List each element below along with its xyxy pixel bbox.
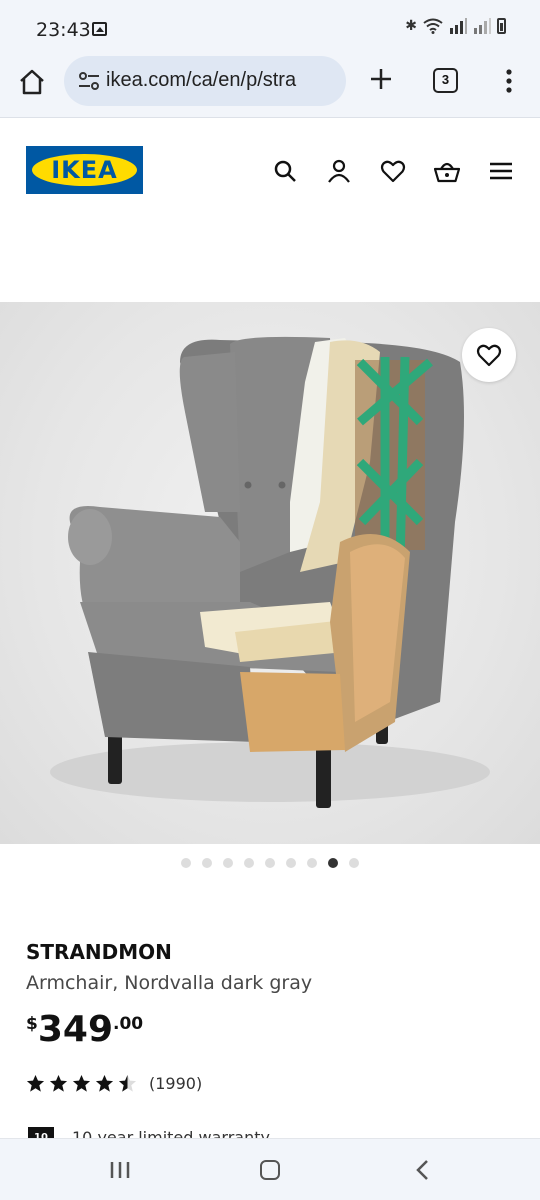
heart-icon bbox=[476, 344, 502, 367]
carousel-dot[interactable] bbox=[202, 858, 212, 868]
carousel-indicator bbox=[0, 858, 540, 868]
logo-oval: IKEA bbox=[32, 154, 137, 186]
product-rating[interactable]: (1990) bbox=[26, 1074, 202, 1093]
armchair-illustration bbox=[50, 336, 490, 808]
carousel-dot[interactable] bbox=[265, 858, 275, 868]
carousel-dot[interactable] bbox=[307, 858, 317, 868]
status-time: 23:43 bbox=[36, 19, 91, 41]
carousel-dot[interactable] bbox=[349, 858, 359, 868]
signal-icon bbox=[474, 18, 491, 34]
save-to-favourites-button[interactable] bbox=[462, 328, 516, 382]
signal-icon bbox=[450, 18, 467, 34]
star-icon bbox=[72, 1074, 91, 1092]
product-price: $ 349 .00 bbox=[26, 1010, 143, 1050]
url-text: ikea.com/ca/en/p/stra bbox=[106, 69, 297, 91]
new-tab-icon[interactable] bbox=[368, 66, 394, 92]
header-actions bbox=[272, 158, 514, 184]
wifi-icon bbox=[423, 18, 443, 34]
tab-switcher-button[interactable]: 3 bbox=[433, 68, 458, 93]
search-icon[interactable] bbox=[272, 158, 298, 184]
star-icon bbox=[49, 1074, 68, 1092]
review-count: (1990) bbox=[149, 1074, 203, 1093]
ikea-logo[interactable]: IKEA bbox=[26, 146, 143, 194]
address-bar[interactable]: ikea.com/ca/en/p/stra bbox=[64, 56, 346, 106]
status-bar: 23:43 ✱ bbox=[0, 0, 540, 56]
product-name[interactable]: STRANDMON bbox=[26, 940, 172, 964]
back-icon[interactable] bbox=[414, 1159, 430, 1181]
system-navigation-bar bbox=[0, 1138, 540, 1200]
price-currency: $ bbox=[26, 1014, 38, 1034]
carousel-dot[interactable] bbox=[181, 858, 191, 868]
heart-icon[interactable] bbox=[380, 158, 406, 184]
price-integer: 349 bbox=[37, 1009, 113, 1050]
rating-stars bbox=[26, 1074, 137, 1093]
product-description: Armchair, Nordvalla dark gray bbox=[26, 972, 313, 994]
logo-text: IKEA bbox=[51, 156, 118, 184]
star-icon bbox=[26, 1074, 45, 1092]
carousel-dot[interactable] bbox=[223, 858, 233, 868]
menu-icon[interactable] bbox=[488, 158, 514, 184]
more-options-icon[interactable] bbox=[503, 68, 515, 94]
recent-apps-icon[interactable] bbox=[109, 1161, 131, 1179]
status-icons: ✱ bbox=[405, 18, 506, 34]
star-icon bbox=[118, 1074, 137, 1092]
product-image[interactable] bbox=[0, 302, 540, 844]
home-icon[interactable] bbox=[18, 68, 46, 96]
site-header: IKEA bbox=[0, 118, 540, 218]
carousel-dot[interactable] bbox=[328, 858, 338, 868]
home-nav-icon[interactable] bbox=[260, 1160, 280, 1180]
carousel-dot[interactable] bbox=[244, 858, 254, 868]
carousel-dot[interactable] bbox=[286, 858, 296, 868]
basket-icon[interactable] bbox=[434, 158, 460, 184]
bluetooth-icon: ✱ bbox=[405, 18, 417, 34]
price-decimal: .00 bbox=[113, 1014, 144, 1034]
star-icon bbox=[95, 1074, 114, 1092]
battery-icon bbox=[497, 18, 506, 34]
image-icon bbox=[92, 22, 107, 36]
account-icon[interactable] bbox=[326, 158, 352, 184]
browser-toolbar: ikea.com/ca/en/p/stra 3 bbox=[0, 56, 540, 118]
site-settings-icon[interactable] bbox=[78, 72, 100, 90]
